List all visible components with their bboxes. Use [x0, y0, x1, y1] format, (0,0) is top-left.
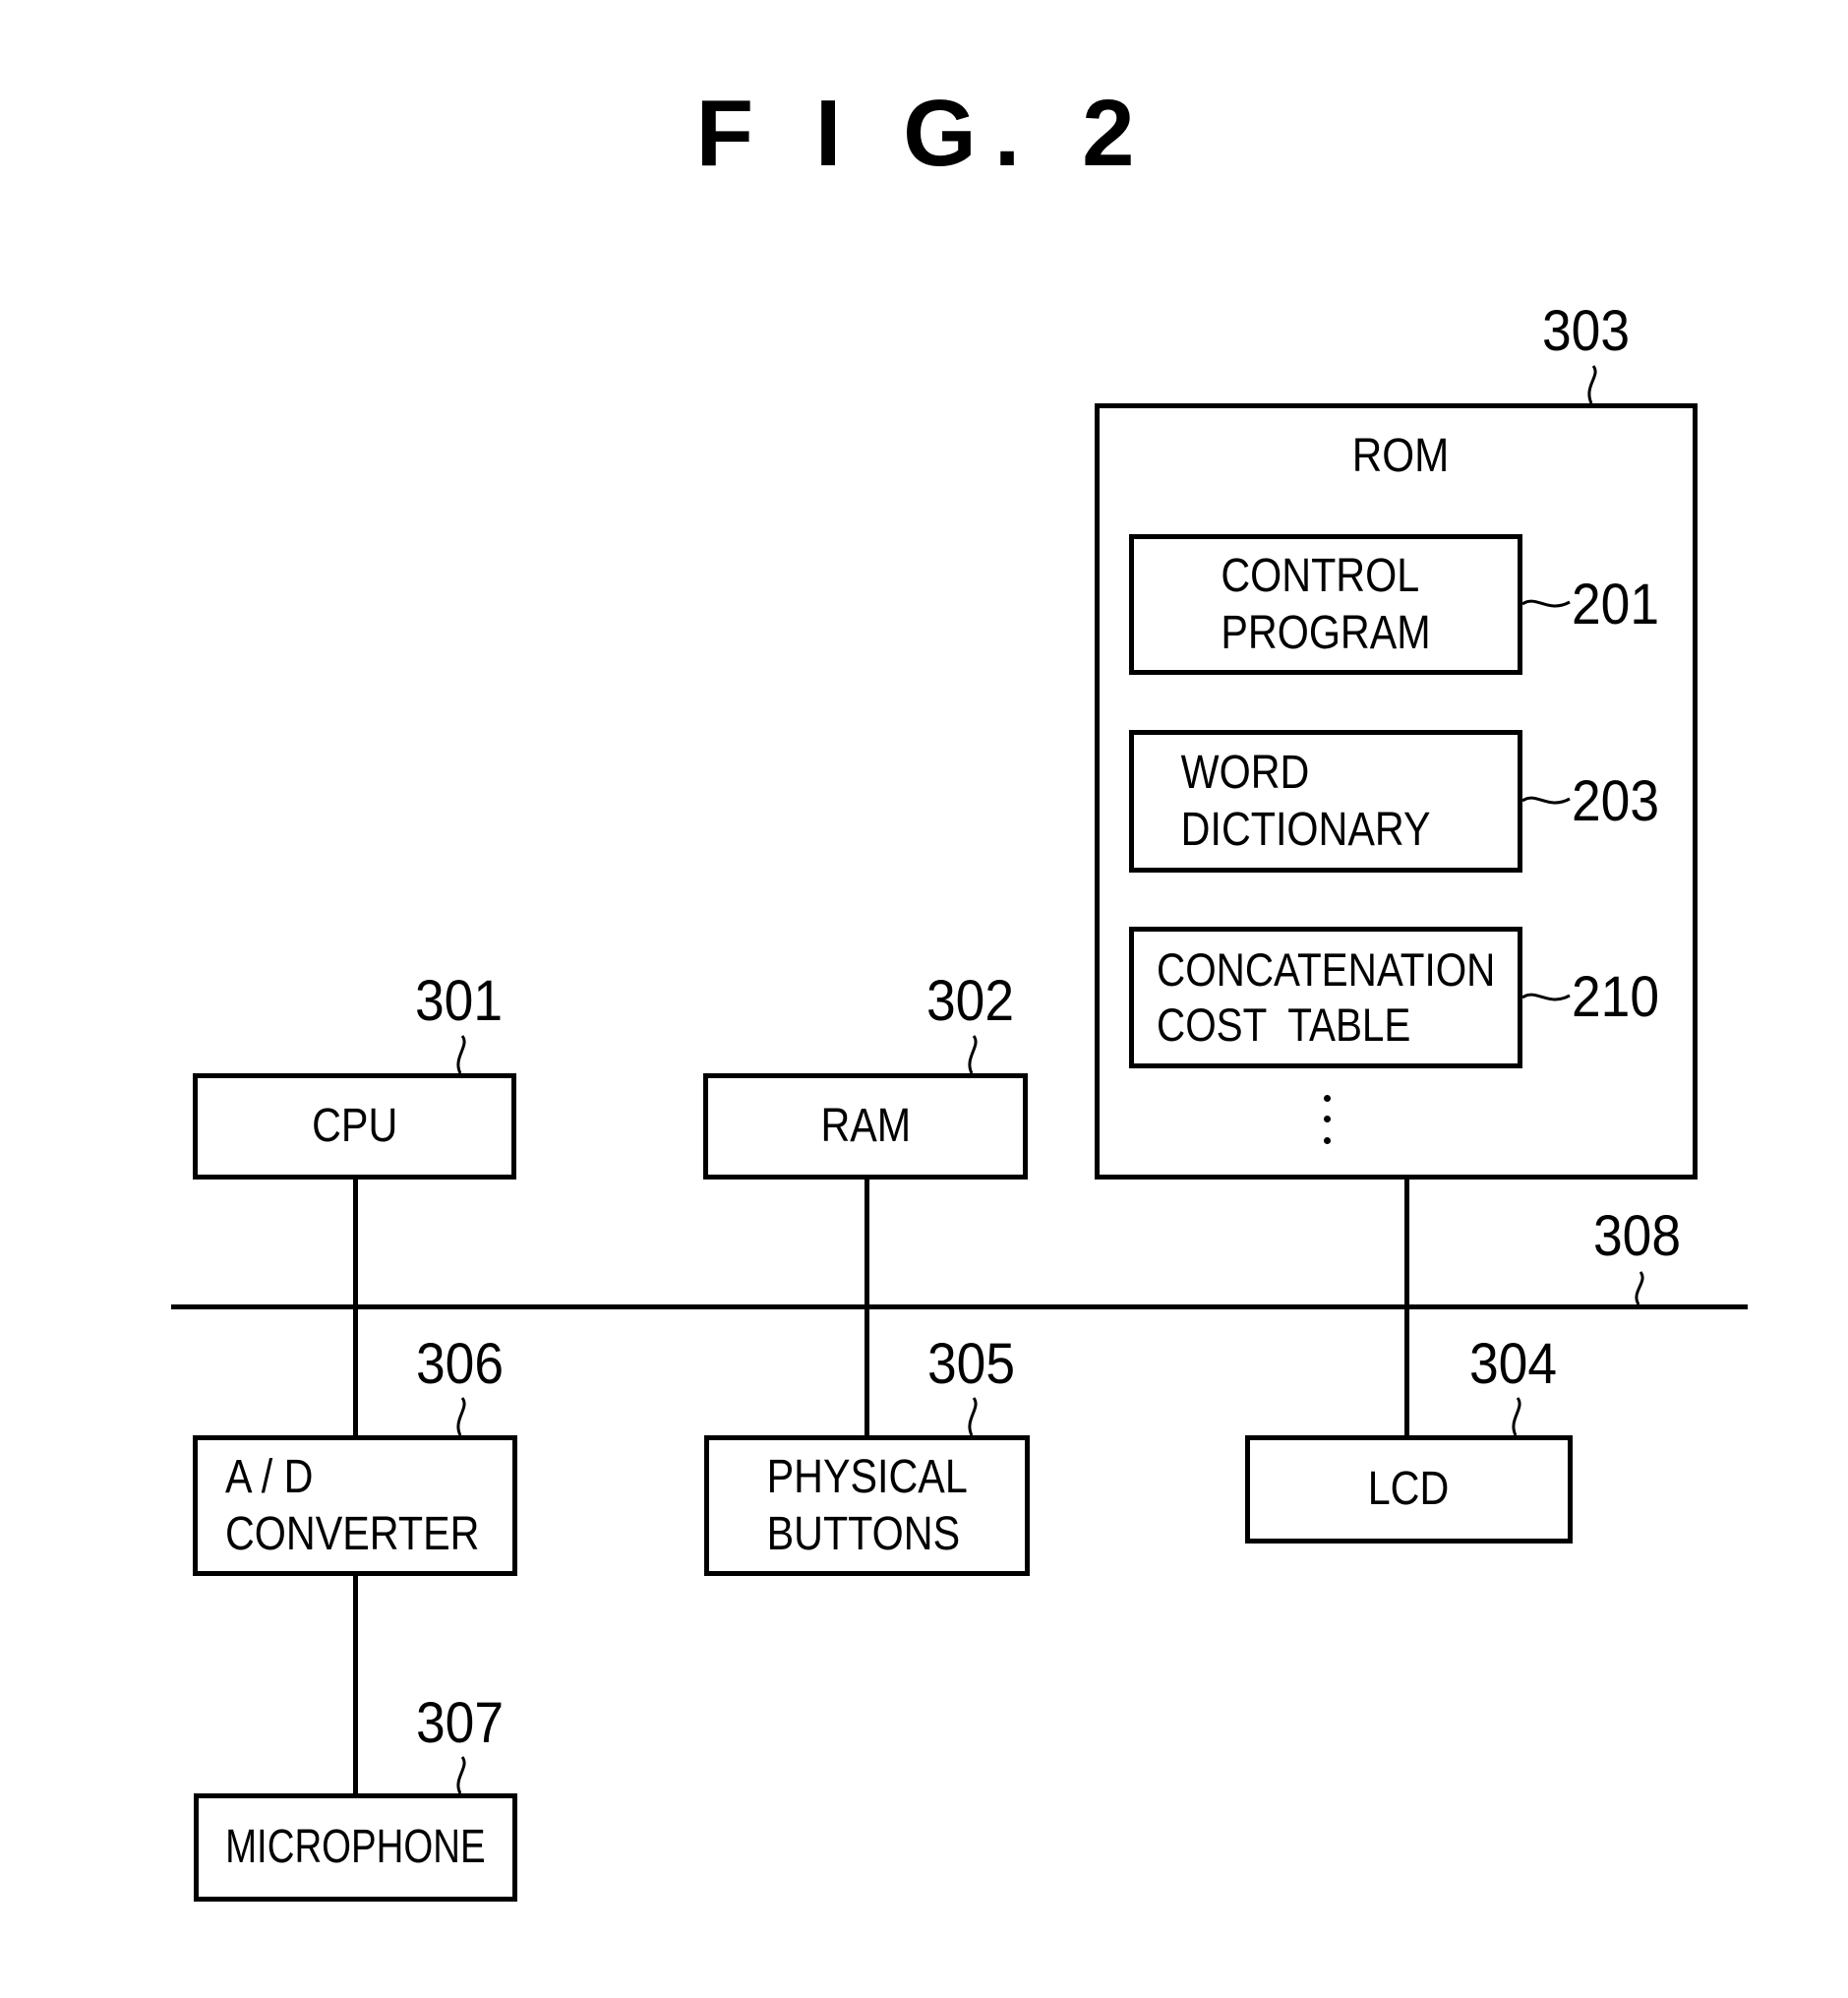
ref-304: 304	[1469, 1332, 1558, 1396]
continuation-dot	[1324, 1137, 1331, 1144]
leader-306	[456, 1397, 466, 1436]
ref-201: 201	[1572, 573, 1660, 636]
physical-buttons-label: PHYSICAL BUTTONS	[766, 1450, 968, 1560]
ram-bus-link	[864, 1180, 869, 1435]
ad-mic-link	[353, 1576, 358, 1793]
ram-label: RAM	[820, 1100, 911, 1153]
concatenation-cost-table-label: CONCATENATION COST TABLE	[1156, 942, 1496, 1051]
leader-304	[1512, 1397, 1521, 1436]
physical-buttons-block: PHYSICAL BUTTONS	[704, 1435, 1030, 1576]
ref-210: 210	[1572, 965, 1660, 1029]
lcd-block: LCD	[1245, 1435, 1573, 1544]
rom-label: ROM	[1351, 430, 1450, 482]
leader-307	[456, 1756, 466, 1794]
word-dictionary-label: WORD DICTIONARY	[1181, 746, 1431, 856]
ram-block: RAM	[703, 1073, 1028, 1180]
lcd-label: LCD	[1368, 1463, 1450, 1516]
ref-307: 307	[416, 1691, 505, 1755]
ref-306: 306	[416, 1332, 505, 1396]
ad-converter-label: A / D CONVERTER	[225, 1450, 480, 1560]
microphone-label: MICROPHONE	[225, 1821, 486, 1874]
leader-302	[968, 1035, 978, 1074]
leader-305	[968, 1397, 978, 1436]
ref-303: 303	[1542, 299, 1631, 363]
ref-308: 308	[1593, 1204, 1682, 1268]
rom-bus-link	[1404, 1180, 1409, 1435]
cpu-bus-link	[353, 1180, 358, 1435]
cpu-label: CPU	[311, 1100, 398, 1153]
continuation-dot	[1324, 1095, 1331, 1102]
ref-203: 203	[1572, 769, 1660, 833]
figure-title: F I G. 2	[695, 81, 1153, 186]
ad-converter-block: A / D CONVERTER	[193, 1435, 517, 1576]
leader-301	[456, 1035, 466, 1074]
word-dictionary-block: WORD DICTIONARY	[1129, 730, 1522, 873]
system-bus	[171, 1304, 1748, 1309]
concatenation-cost-table-block: CONCATENATION COST TABLE	[1129, 927, 1522, 1068]
control-program-block: CONTROL PROGRAM	[1129, 534, 1522, 675]
leader-303	[1587, 365, 1597, 404]
ref-305: 305	[927, 1332, 1016, 1396]
ref-302: 302	[926, 969, 1015, 1033]
control-program-label: CONTROL PROGRAM	[1221, 549, 1431, 659]
microphone-block: MICROPHONE	[194, 1793, 517, 1902]
continuation-dot	[1324, 1116, 1331, 1122]
leader-308	[1635, 1271, 1644, 1305]
ref-301: 301	[415, 969, 504, 1033]
cpu-block: CPU	[193, 1073, 516, 1180]
